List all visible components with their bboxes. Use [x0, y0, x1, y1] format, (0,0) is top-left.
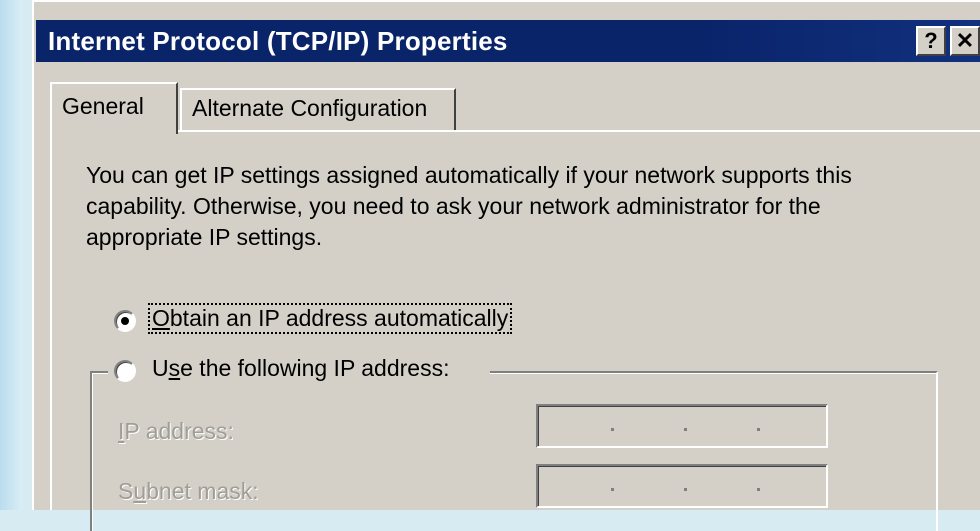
tab-alternate-configuration[interactable]: Alternate Configuration	[180, 88, 456, 130]
ip-octet-separator	[611, 428, 614, 431]
tab-general[interactable]: General	[50, 82, 178, 134]
ip-octet-separator	[757, 428, 760, 431]
obtain-ip-auto-text: btain an IP address automatically	[169, 305, 509, 331]
subnet-mask-accelerator: u	[133, 478, 147, 504]
use-following-ip-text-start: U	[152, 355, 169, 381]
obtain-ip-auto-label[interactable]: Obtain an IP address automatically	[147, 303, 513, 334]
use-following-ip-accelerator: s	[168, 355, 181, 381]
obtain-ip-auto-radio[interactable]	[114, 310, 136, 332]
use-following-ip-label[interactable]: Use the following IP address:	[152, 355, 449, 382]
use-following-ip-radio[interactable]	[114, 360, 136, 382]
subnet-mask-input[interactable]	[536, 464, 828, 508]
ip-address-input[interactable]	[536, 404, 828, 448]
description-text: You can get IP settings assigned automat…	[86, 162, 852, 250]
help-icon[interactable]: ?	[916, 26, 946, 56]
ip-octet-separator	[684, 488, 687, 491]
ip-octet-separator	[684, 428, 687, 431]
radio-selected-dot	[121, 317, 129, 325]
ip-octet-separator	[611, 488, 614, 491]
ip-octet-separator	[757, 488, 760, 491]
subnet-mask-text-start: S	[118, 478, 134, 504]
subnet-mask-label: Subnet mask:	[118, 478, 259, 505]
tab-general-label: General	[62, 93, 144, 119]
subnet-mask-text: bnet mask:	[146, 478, 259, 504]
close-icon[interactable]: ✕	[950, 26, 980, 56]
tab-alternate-configuration-label: Alternate Configuration	[192, 95, 428, 121]
ip-address-label: IP address:	[118, 418, 234, 445]
use-following-ip-text: e the following IP address:	[180, 355, 450, 381]
title-bar[interactable]: Internet Protocol (TCP/IP) Properties ? …	[36, 20, 980, 62]
dialog-title: Internet Protocol (TCP/IP) Properties	[48, 26, 508, 56]
desktop-background	[0, 0, 22, 510]
obtain-ip-auto-accelerator: O	[152, 305, 170, 331]
ip-address-text: P address:	[124, 418, 234, 444]
